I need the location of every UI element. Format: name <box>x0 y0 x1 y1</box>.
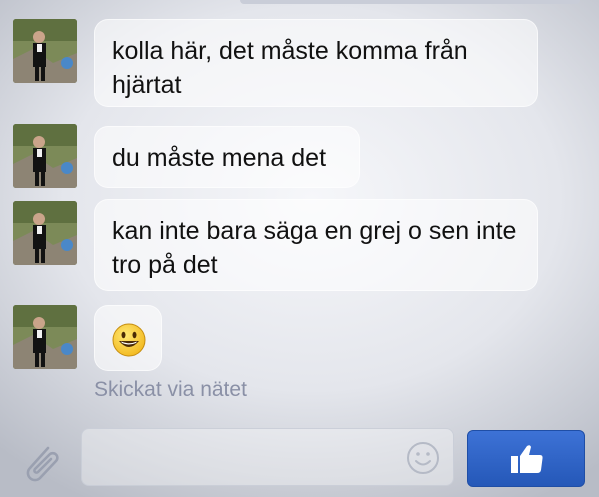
avatar[interactable] <box>13 19 77 83</box>
like-button[interactable] <box>467 430 585 487</box>
sent-status: Skickat via nätet <box>94 378 247 401</box>
message-bubble[interactable]: 😀 <box>94 305 162 371</box>
message-bubble[interactable]: kan inte bara säga en grej o sen inte tr… <box>94 199 538 291</box>
message-input-box[interactable] <box>81 428 454 486</box>
message-bubble[interactable]: du måste mena det <box>94 126 360 188</box>
avatar-photo <box>13 124 77 188</box>
avatar-photo <box>13 305 77 369</box>
avatar[interactable] <box>13 305 77 369</box>
emoji-button[interactable] <box>406 441 440 475</box>
grinning-face-emoji <box>112 323 146 357</box>
avatar-photo <box>13 19 77 83</box>
avatar-photo <box>13 201 77 265</box>
composer-bar <box>0 420 599 497</box>
paperclip-icon <box>26 446 59 482</box>
message-bubble[interactable]: kolla här, det måste komma från hjärtat <box>94 19 538 107</box>
top-edge-bar <box>240 0 580 4</box>
smiley-icon <box>407 442 439 474</box>
thumbs-up-icon <box>511 445 543 473</box>
avatar[interactable] <box>13 124 77 188</box>
message-input[interactable] <box>94 439 398 477</box>
attach-button[interactable] <box>18 438 66 486</box>
avatar[interactable] <box>13 201 77 265</box>
